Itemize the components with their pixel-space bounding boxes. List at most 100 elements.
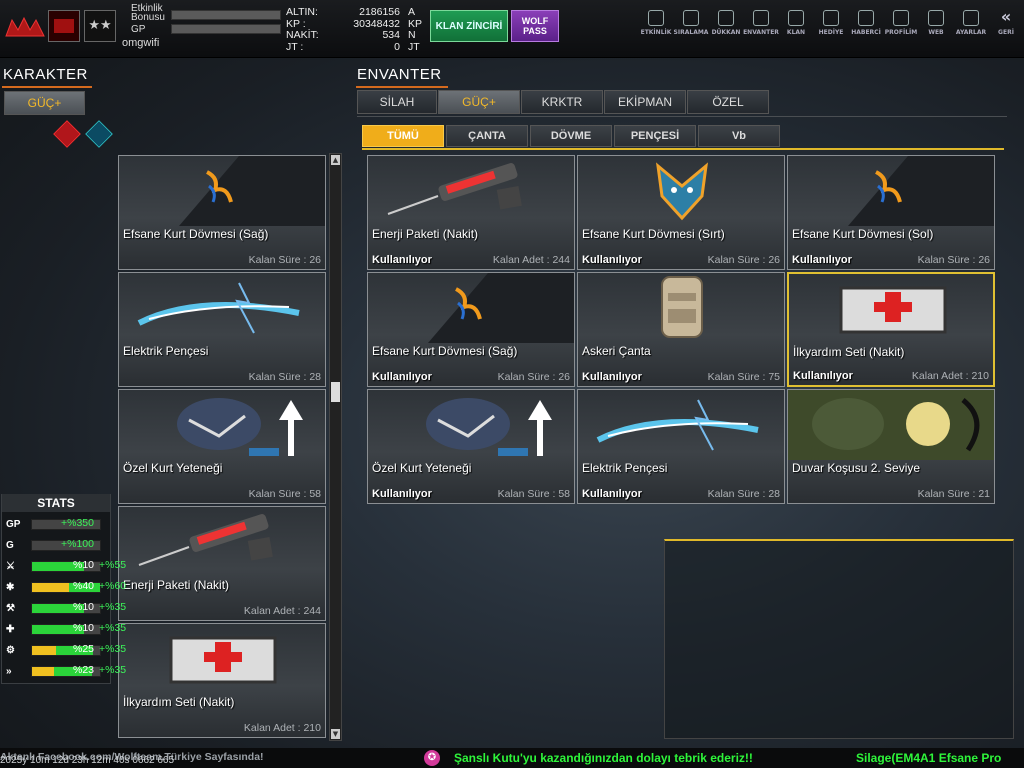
currency-unit: KP: [408, 17, 423, 30]
item-name: Enerji Paketi (Nakit): [123, 578, 230, 592]
item-remaining: Kalan Adet : 210: [911, 370, 989, 382]
character-item-card[interactable]: İlkyardım Seti (Nakit) Kalan Adet : 210: [118, 623, 326, 738]
wolf-pass-button[interactable]: WOLF PASS: [511, 10, 559, 42]
item-remaining: Kalan Süre : 26: [497, 371, 570, 383]
item-art: [119, 507, 325, 577]
scroll-down-icon[interactable]: ▼: [331, 729, 340, 739]
nav-hedi̇ye[interactable]: HEDİYE: [813, 8, 849, 48]
cart-icon: [718, 10, 734, 26]
nav-label: KLAN: [786, 29, 806, 36]
event-bonus-bar: [171, 10, 281, 20]
gift-icon: [823, 10, 839, 26]
tab-si̇lah[interactable]: SİLAH: [357, 90, 437, 114]
top-bar: ★★ Etkinlik Bonusu GP omgwifi ALTIN: 2186…: [0, 0, 1024, 58]
character-item-card[interactable]: Efsane Kurt Dövmesi (Sağ) Kalan Süre : 26: [118, 155, 326, 270]
tab-divider: [357, 116, 1007, 117]
tab-eki̇pman[interactable]: EKİPMAN: [604, 90, 686, 114]
stat-value: +%100: [61, 538, 94, 550]
item-name: Efsane Kurt Dövmesi (Sağ): [372, 344, 518, 358]
item-remaining: Kalan Süre : 26: [917, 254, 990, 266]
nav-ayarlar[interactable]: AYARLAR: [953, 8, 989, 48]
inventory-item-card[interactable]: Duvar Koşusu 2. Seviye Kalan Süre : 21: [787, 389, 995, 504]
nav-siralama[interactable]: SIRALAMA: [673, 8, 709, 48]
stat-bonus: +%35: [99, 643, 127, 655]
star-icon: ✪: [424, 750, 440, 766]
stat-value: %10: [72, 559, 94, 571]
item-name: Özel Kurt Yeteneği: [123, 461, 223, 475]
scroll-thumb[interactable]: [331, 382, 340, 402]
inventory-item-card[interactable]: Efsane Kurt Dövmesi (Sırt) Kullanılıyor Ka…: [577, 155, 785, 270]
inventory-item-card[interactable]: Elektrik Pençesi Kullanılıyor Kalan Süre :…: [577, 389, 785, 504]
nav-label: PROFİLİM: [884, 29, 918, 36]
stat-value: %25: [72, 643, 94, 655]
inventory-item-card[interactable]: Efsane Kurt Dövmesi (Sol) Kullanılıyor Kal…: [787, 155, 995, 270]
gp-bar: [171, 24, 281, 34]
globe-icon: [928, 10, 944, 26]
stat-value: %40: [72, 580, 94, 592]
clan-emblem[interactable]: [48, 10, 80, 42]
nav-profi̇li̇m[interactable]: PROFİLİM: [883, 8, 919, 48]
stat-bonus: +%35: [99, 622, 127, 634]
stats-title: STATS: [2, 494, 110, 512]
inventory-icon: [753, 10, 769, 26]
nav-web[interactable]: WEB: [918, 8, 954, 48]
nav-geri̇[interactable]: « GERİ: [988, 8, 1024, 48]
tab-krktr[interactable]: KRKTR: [521, 90, 603, 114]
subtab-tümü[interactable]: TÜMÜ: [362, 125, 444, 147]
nav-envanter[interactable]: ENVANTER: [743, 8, 779, 48]
inventory-item-card[interactable]: İlkyardım Seti (Nakit) Kullanılıyor Kalan …: [787, 272, 995, 387]
item-name: Efsane Kurt Dövmesi (Sol): [792, 227, 934, 241]
inventory-item-card[interactable]: Askeri Çanta Kullanılıyor Kalan Süre : 75: [577, 272, 785, 387]
item-name: Enerji Paketi (Nakit): [372, 227, 479, 241]
item-status: Kullanılıyor: [372, 254, 432, 266]
inventory-item-card[interactable]: Enerji Paketi (Nakit) Kullanılıyor Kalan A…: [367, 155, 575, 270]
stat-icon: »: [6, 666, 12, 677]
nav-label: ETKİNLİK: [640, 29, 672, 36]
nav-label: HEDİYE: [818, 29, 844, 36]
stat-row: ⚔ %10 +%55: [4, 559, 126, 574]
nav-klan[interactable]: KLAN: [778, 8, 814, 48]
stat-row: » %23 +%35: [4, 664, 127, 679]
character-item-card[interactable]: Elektrik Pençesi Kalan Süre : 28: [118, 272, 326, 387]
inventory-item-card[interactable]: Özel Kurt Yeteneği Kullanılıyor Kalan Süre…: [367, 389, 575, 504]
subtab-dövme[interactable]: DÖVME: [530, 125, 612, 147]
stat-bonus: +%35: [99, 601, 127, 613]
scrollbar[interactable]: ▲ ▼: [329, 153, 342, 741]
currency-row: JT : 0 JT: [286, 41, 424, 53]
stat-icon: ⚒: [6, 603, 15, 614]
klan-chain-button[interactable]: KLAN ZİNCİRİ: [430, 10, 508, 42]
subtab-çanta[interactable]: ÇANTA: [446, 125, 528, 147]
item-art: [578, 390, 784, 460]
currency-label: JT :: [286, 40, 304, 53]
karakter-title: KARAKTER: [3, 66, 88, 83]
profile-icon: [893, 10, 909, 26]
stat-value: %23: [72, 664, 94, 676]
stat-bonus: +%60: [99, 580, 127, 592]
event-bonus-label: Etkinlik Bonusu: [131, 3, 165, 23]
subtab-vb[interactable]: Vb: [698, 125, 780, 147]
currency-row: ALTIN: 2186156 A: [286, 6, 424, 18]
item-status: Kullanılıyor: [372, 371, 432, 383]
character-item-card[interactable]: Enerji Paketi (Nakit) Kalan Adet : 244: [118, 506, 326, 621]
character-item-list: Efsane Kurt Dövmesi (Sağ) Kalan Süre : 26…: [118, 155, 326, 740]
nav-etki̇nli̇k[interactable]: ETKİNLİK: [638, 8, 674, 48]
item-remaining: Kalan Adet : 210: [243, 722, 321, 734]
medal-icon: [683, 10, 699, 26]
character-item-card[interactable]: Özel Kurt Yeteneği Kalan Süre : 58: [118, 389, 326, 504]
subtab-pençesi̇[interactable]: PENÇESİ: [614, 125, 696, 147]
nav-dükkan[interactable]: DÜKKAN: [708, 8, 744, 48]
item-remaining: Kalan Süre : 21: [917, 488, 990, 500]
main-nav: ETKİNLİK SIRALAMA DÜKKAN ENVANTER KLAN HEDİYE…: [638, 0, 1024, 56]
inventory-item-card[interactable]: Efsane Kurt Dövmesi (Sağ) Kullanılıyor Kal…: [367, 272, 575, 387]
item-art: [788, 390, 994, 460]
nav-haberci̇[interactable]: HABERCİ: [848, 8, 884, 48]
scroll-up-icon[interactable]: ▲: [331, 155, 340, 165]
tab-guc-left[interactable]: GÜÇ+: [4, 91, 85, 115]
stat-icon: ✚: [6, 624, 15, 635]
item-name: Elektrik Pençesi: [123, 344, 209, 358]
stat-bonus: +%35: [99, 664, 127, 676]
tab-özel[interactable]: ÖZEL: [687, 90, 769, 114]
inventory-tabs: SİLAH GÜÇ+ KRKTR EKİPMAN ÖZEL: [357, 90, 777, 116]
item-remaining: Kalan Süre : 28: [707, 488, 780, 500]
tab-güç+[interactable]: GÜÇ+: [438, 90, 520, 114]
